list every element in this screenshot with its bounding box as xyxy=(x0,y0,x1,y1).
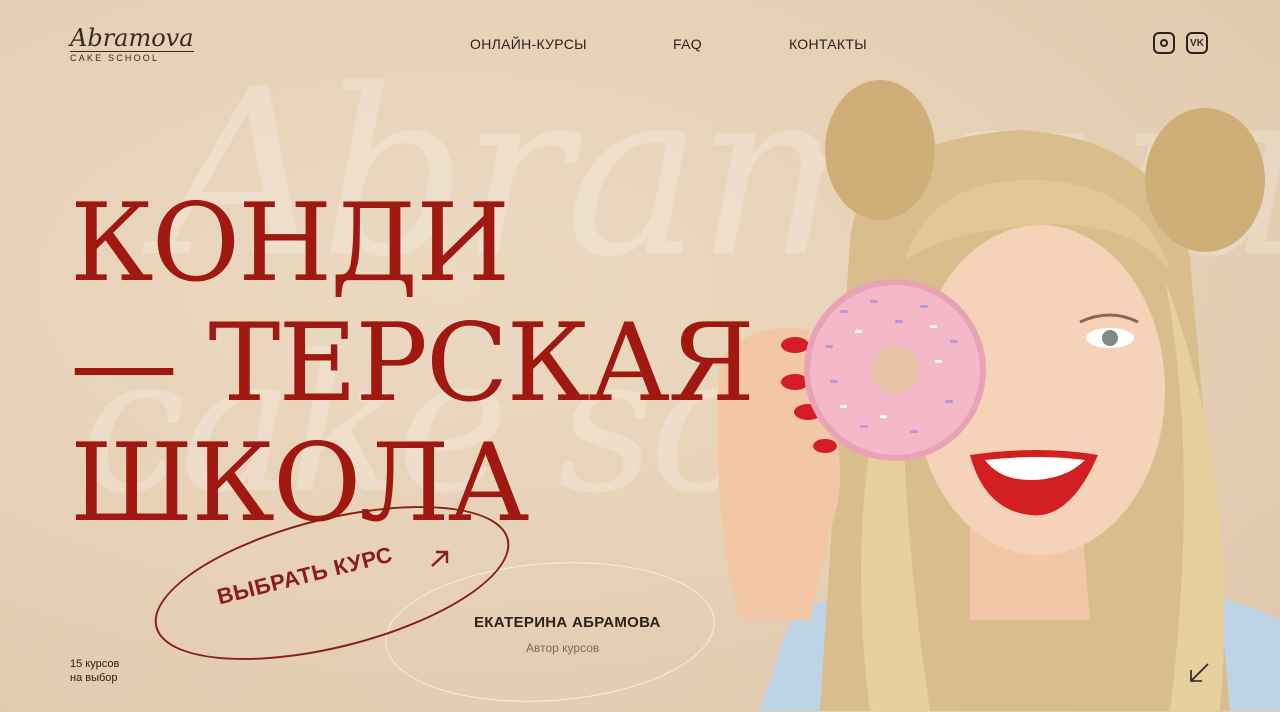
brand-logo[interactable]: Abramova CAKE SCHOOL xyxy=(70,26,194,63)
courses-count: 15 курсов на выбор xyxy=(70,658,119,686)
nav-online-courses[interactable]: ОНЛАЙН-КУРСЫ xyxy=(470,36,587,52)
instagram-icon[interactable] xyxy=(1153,32,1175,54)
nav-contacts[interactable]: КОНТАКТЫ xyxy=(789,36,867,52)
vk-icon-label: VK xyxy=(1190,37,1204,49)
arrow-up-right-icon[interactable] xyxy=(427,546,453,572)
brand-logo-subtitle: CAKE SCHOOL xyxy=(70,51,194,63)
author-role: Автор курсов xyxy=(526,641,600,655)
author-name: ЕКАТЕРИНА АБРАМОВА xyxy=(474,614,661,631)
courses-count-line-2: на выбор xyxy=(70,671,118,684)
arrow-down-left-icon[interactable] xyxy=(1186,660,1212,686)
vk-icon[interactable]: VK xyxy=(1186,32,1208,54)
brand-logo-script: Abramova xyxy=(70,24,194,52)
nav-faq[interactable]: FAQ xyxy=(673,36,702,52)
hero-photo xyxy=(700,60,1280,711)
hero-title-line-2: — ТЕРСКАЯ xyxy=(70,301,755,426)
hero-title-line-1: КОНДИ xyxy=(70,181,510,306)
courses-count-line-1: 15 курсов xyxy=(70,658,120,670)
